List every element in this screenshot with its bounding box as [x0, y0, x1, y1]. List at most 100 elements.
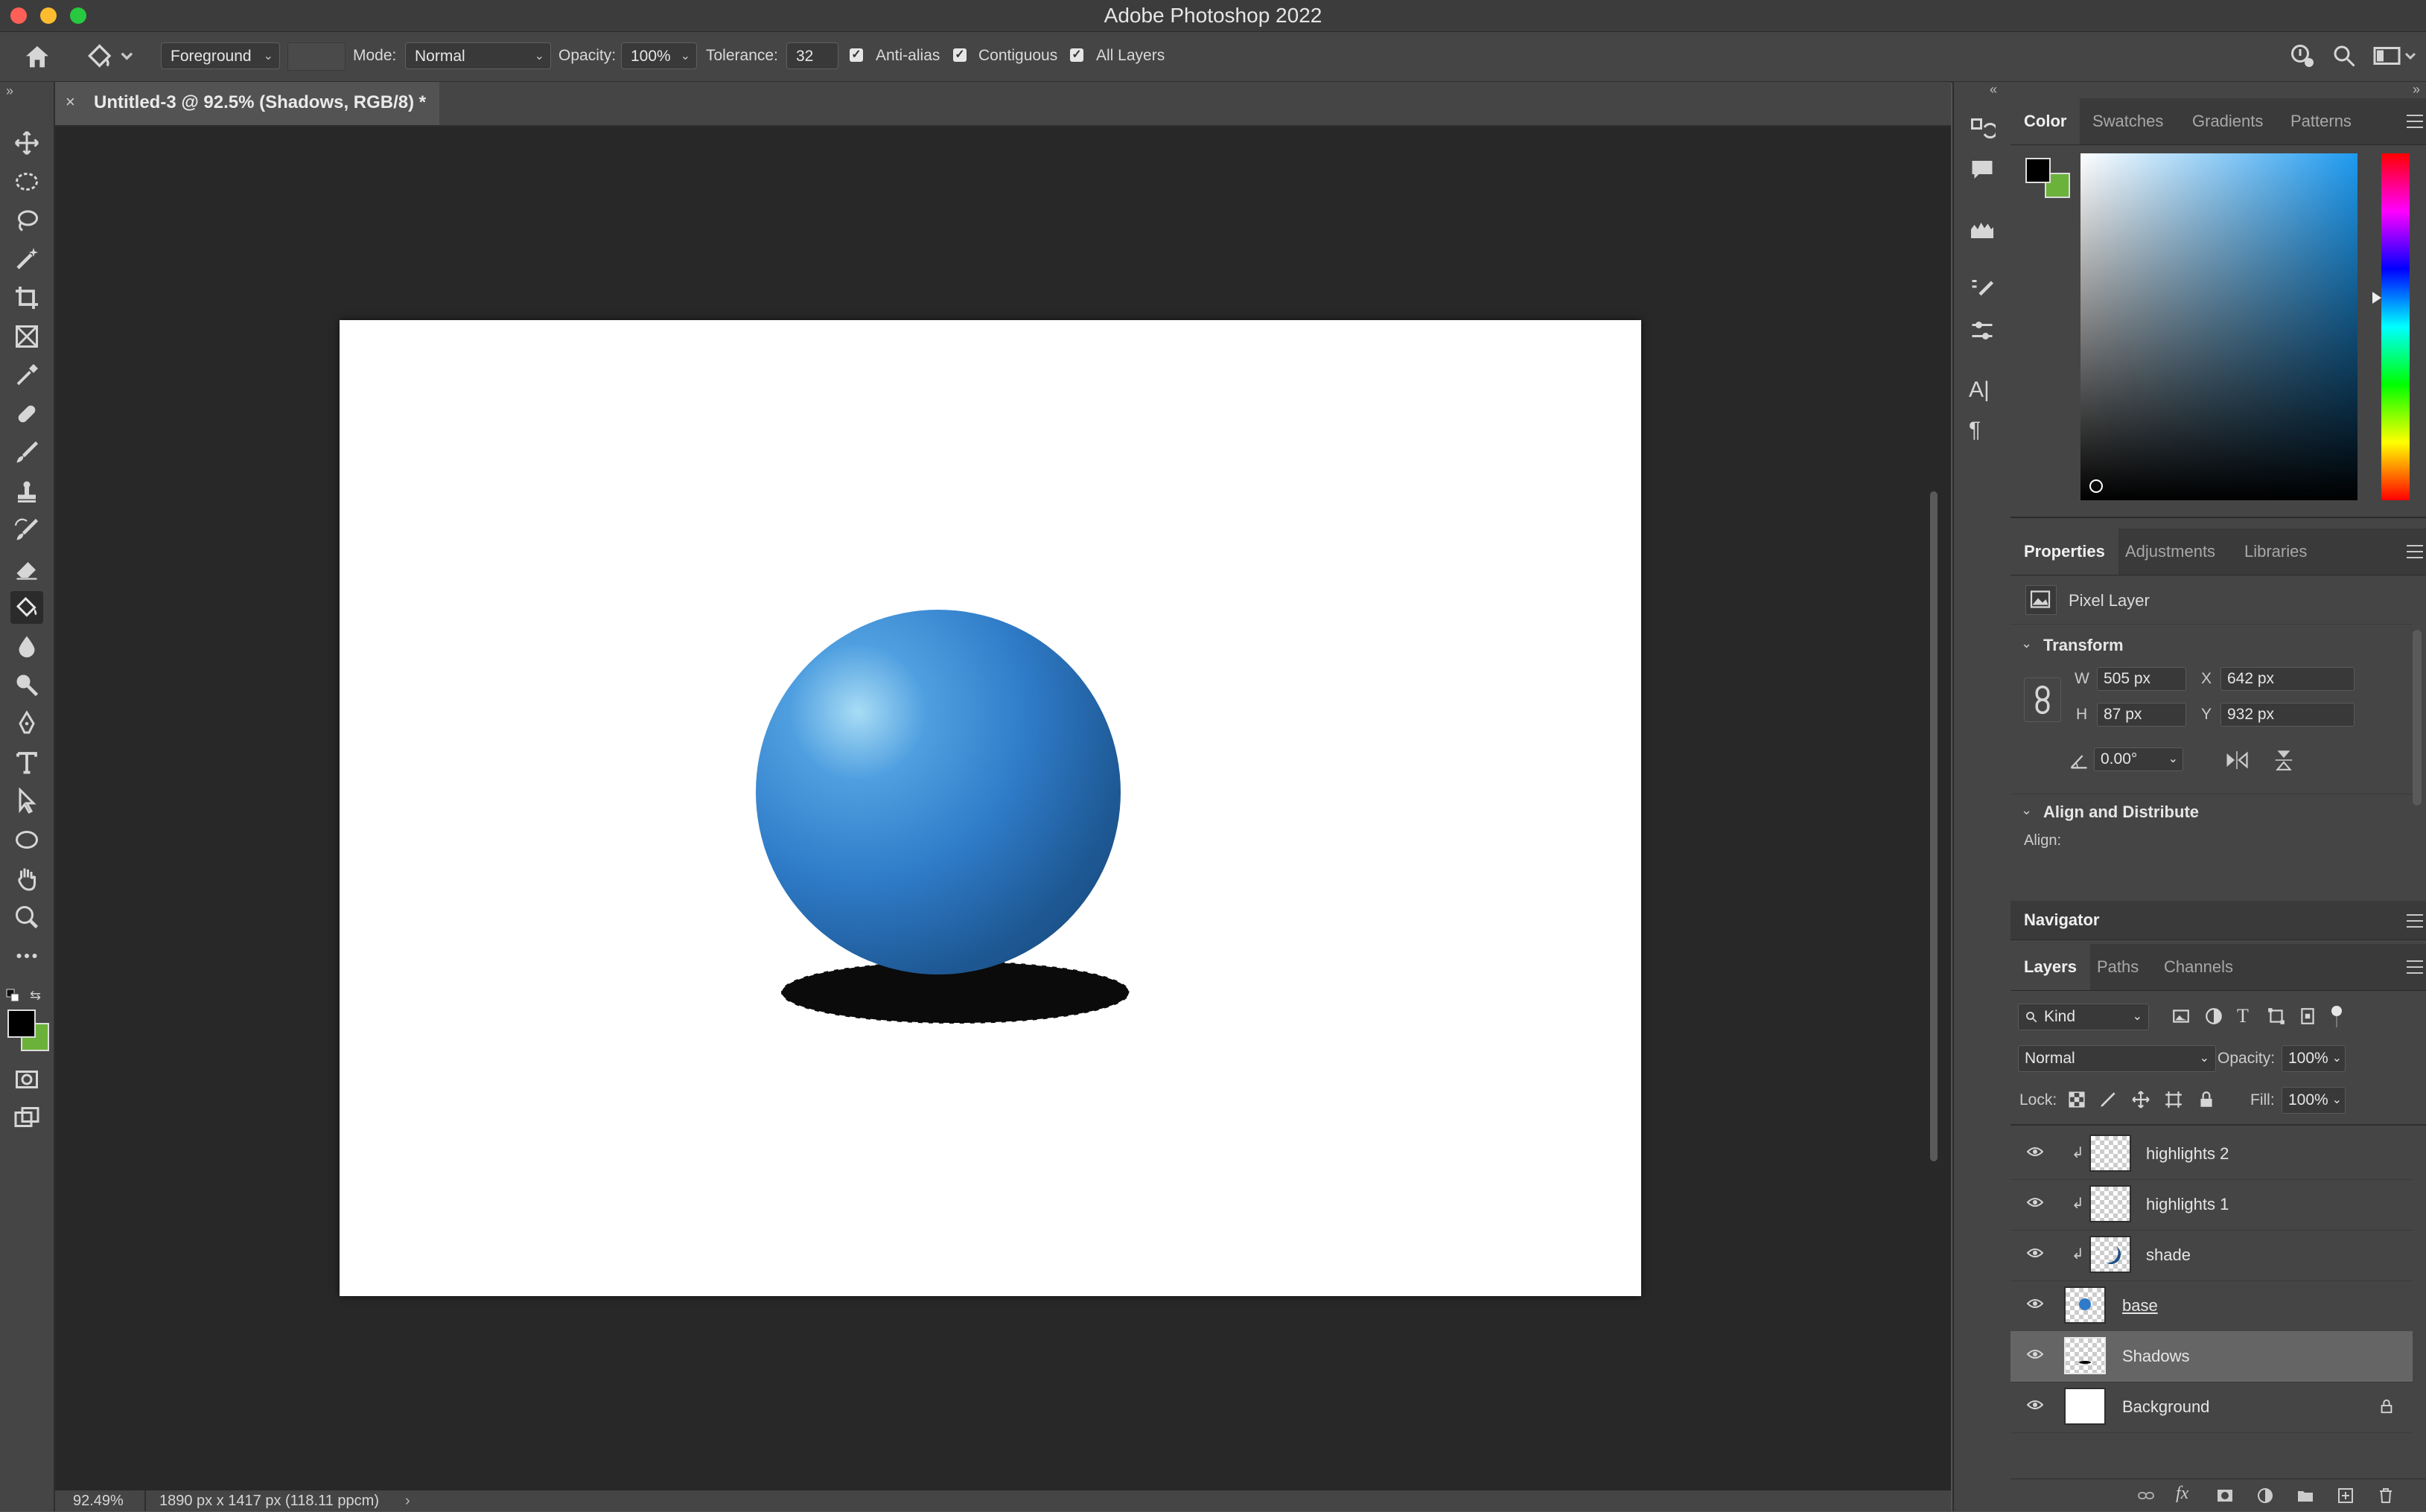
more-tools-icon[interactable] [10, 940, 43, 972]
chevron-right-icon[interactable]: › [405, 1490, 410, 1511]
layer-opacity-input[interactable]: 100% ⌄ [2282, 1045, 2346, 1072]
layer-row-base[interactable]: base [2010, 1280, 2413, 1332]
lock-artboard-icon[interactable] [2164, 1090, 2183, 1109]
pixel-filter-icon[interactable] [2171, 1007, 2191, 1026]
brush-tool-icon[interactable] [10, 436, 43, 469]
document-tab[interactable]: × Untitled-3 @ 92.5% (Shadows, RGB/8) * [55, 82, 439, 125]
layer-name[interactable]: base [2122, 1280, 2158, 1331]
paint-bucket-tool-icon[interactable] [10, 591, 43, 624]
type-filter-icon[interactable]: T [2237, 1005, 2256, 1027]
swap-colors-icon[interactable]: ⇆ [30, 989, 43, 1002]
lock-icon[interactable] [2378, 1398, 2395, 1414]
layer-row-shadows[interactable]: Shadows [2010, 1331, 2413, 1382]
character-icon[interactable]: A| [1969, 377, 1996, 403]
panel-menu-icon[interactable] [2407, 115, 2423, 128]
foreground-color-swatch[interactable] [7, 1009, 36, 1038]
panel-menu-icon[interactable] [2407, 545, 2423, 558]
visibility-eye-icon[interactable] [2027, 1349, 2043, 1359]
frame-tool-icon[interactable] [10, 320, 43, 353]
visibility-eye-icon[interactable] [2027, 1197, 2043, 1208]
vertical-scrollbar[interactable] [1930, 491, 1938, 1161]
visibility-eye-icon[interactable] [2027, 1298, 2043, 1309]
collapse-panel-icon[interactable]: « [1990, 82, 1997, 98]
type-tool-icon[interactable] [10, 746, 43, 779]
adjustments-sliders-icon[interactable] [1969, 317, 1996, 344]
layer-row-shade[interactable]: ↲ shade [2010, 1230, 2413, 1281]
layer-name[interactable]: Shadows [2122, 1331, 2190, 1382]
ellipse-tool-icon[interactable] [10, 823, 43, 856]
shape-filter-icon[interactable] [2267, 1007, 2286, 1026]
tolerance-input[interactable]: 32 [786, 42, 838, 69]
layer-filter-kind-select[interactable]: Kind ⌄ [2018, 1004, 2149, 1030]
history-icon[interactable] [1969, 116, 1999, 143]
eyedropper-tool-icon[interactable] [10, 359, 43, 392]
pattern-picker[interactable] [287, 42, 346, 71]
elliptical-marquee-tool-icon[interactable] [10, 165, 43, 198]
color-field[interactable] [2080, 153, 2357, 500]
width-input[interactable]: 505 px [2097, 667, 2186, 691]
contiguous-checkbox[interactable]: ✓ [953, 48, 967, 62]
layer-row-background[interactable]: Background [2010, 1382, 2413, 1433]
screen-mode-icon[interactable] [10, 1102, 43, 1135]
tab-libraries[interactable]: Libraries [2231, 529, 2320, 575]
expand-panel-icon[interactable]: » [6, 83, 13, 99]
tab-patterns[interactable]: Patterns [2277, 98, 2365, 144]
mode-select[interactable]: Normal ⌄ [405, 42, 551, 69]
opacity-input[interactable]: 100% ⌄ [621, 42, 697, 69]
move-tool-icon[interactable] [10, 127, 43, 159]
lasso-tool-icon[interactable] [10, 204, 43, 237]
lock-transparent-pixels-icon[interactable] [2067, 1090, 2086, 1109]
healing-brush-tool-icon[interactable] [10, 398, 43, 430]
flip-horizontal-icon[interactable] [2223, 749, 2250, 771]
layer-name[interactable]: Background [2122, 1382, 2209, 1432]
visibility-eye-icon[interactable] [2027, 1400, 2043, 1410]
panel-menu-icon[interactable] [2407, 960, 2423, 974]
color-panel-foreground-swatch[interactable] [2025, 158, 2051, 183]
zoom-tool-icon[interactable] [10, 901, 43, 934]
tab-swatches[interactable]: Swatches [2079, 98, 2177, 144]
y-position-input[interactable]: 932 px [2220, 703, 2355, 727]
fill-source-select[interactable]: Foreground ⌄ [161, 42, 280, 69]
align-section-title[interactable]: Align and Distribute [2043, 803, 2199, 822]
quick-mask-icon[interactable] [10, 1063, 43, 1096]
anti-alias-checkbox[interactable]: ✓ [850, 48, 863, 62]
hue-slider[interactable] [2372, 153, 2410, 500]
adjustment-filter-icon[interactable] [2204, 1007, 2223, 1026]
properties-scrollbar[interactable] [2413, 630, 2422, 806]
document-canvas[interactable] [340, 320, 1641, 1296]
workspace-switcher-icon[interactable] [2372, 42, 2417, 69]
expand-panels-icon[interactable]: » [2413, 82, 2420, 98]
link-dimensions-icon[interactable] [2024, 677, 2061, 722]
layer-name[interactable]: highlights 2 [2146, 1129, 2229, 1179]
close-tab-icon[interactable]: × [66, 92, 75, 112]
new-layer-icon[interactable] [2337, 1487, 2355, 1505]
new-adjustment-layer-icon[interactable] [2256, 1487, 2274, 1505]
chevron-down-icon[interactable]: ⌄ [2021, 636, 2032, 651]
zoom-level[interactable]: 92.49% [73, 1490, 124, 1511]
flip-vertical-icon[interactable] [2273, 747, 2299, 773]
filter-toggle-icon[interactable] [2331, 1004, 2343, 1030]
transform-section-title[interactable]: Transform [2043, 636, 2124, 655]
path-selection-tool-icon[interactable] [10, 785, 43, 817]
visibility-eye-icon[interactable] [2027, 1146, 2043, 1157]
delete-layer-trash-icon[interactable] [2377, 1487, 2395, 1505]
tab-adjustments[interactable]: Adjustments [2112, 529, 2229, 575]
lock-position-icon[interactable] [2131, 1090, 2150, 1109]
chevron-down-icon[interactable]: ⌄ [2021, 803, 2032, 818]
tool-preset-picker[interactable] [83, 41, 136, 71]
paragraph-icon[interactable]: ¶ [1969, 417, 1996, 444]
layer-row-highlights-1[interactable]: ↲ highlights 1 [2010, 1179, 2413, 1231]
lock-image-pixels-icon[interactable] [2098, 1090, 2118, 1109]
crop-tool-icon[interactable] [10, 281, 43, 314]
default-colors-icon[interactable] [6, 989, 19, 1002]
comments-icon[interactable] [1969, 156, 1996, 183]
new-group-folder-icon[interactable] [2296, 1487, 2314, 1505]
learn-icon[interactable] [2289, 42, 2316, 69]
angle-input[interactable]: 0.00° ⌄ [2094, 747, 2183, 771]
color-picker-marker[interactable] [2089, 479, 2103, 493]
layer-row-highlights-2[interactable]: ↲ highlights 2 [2010, 1129, 2413, 1180]
link-layers-icon[interactable] [2137, 1487, 2155, 1505]
layer-name[interactable]: highlights 1 [2146, 1179, 2229, 1230]
add-mask-icon[interactable] [2216, 1487, 2234, 1505]
tab-channels[interactable]: Channels [2150, 944, 2247, 990]
